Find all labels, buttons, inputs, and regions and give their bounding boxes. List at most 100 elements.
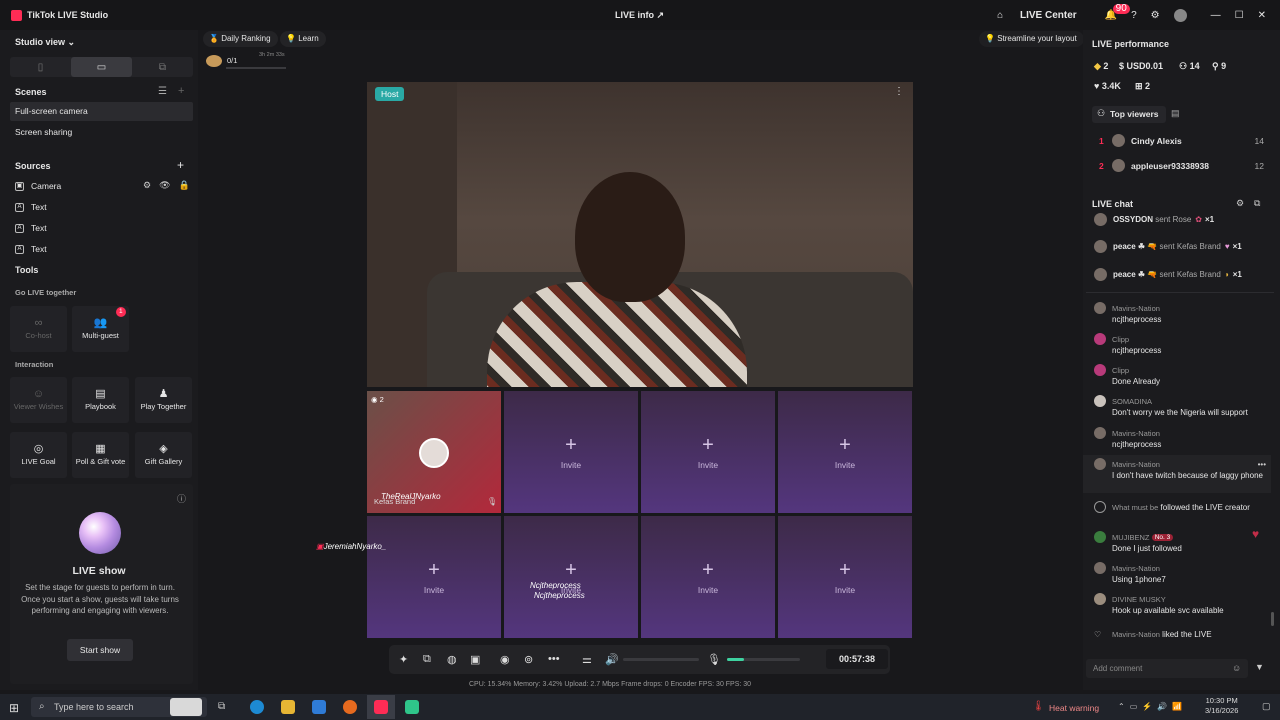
scene-item[interactable]: Screen sharing xyxy=(10,123,193,142)
record-icon[interactable]: ◉ xyxy=(500,653,510,666)
learn-button[interactable]: 💡 Learn xyxy=(280,31,326,47)
chat-message[interactable]: SOMADINA Don't worry we the Nigeria will … xyxy=(1094,395,1266,417)
edge-icon[interactable] xyxy=(250,700,264,714)
speaker-icon[interactable]: 🔊 xyxy=(605,653,619,666)
live-info-button[interactable]: LIVE info ↗ xyxy=(615,10,664,21)
invite-slot[interactable]: + Invite xyxy=(641,516,775,638)
live-center-button[interactable]: ⌂ LIVE Center xyxy=(997,10,1091,21)
app-icon[interactable] xyxy=(405,700,419,714)
taskbar-clock[interactable]: 10:30 PM 3/16/2026 xyxy=(1205,696,1238,716)
chat-message[interactable]: MUJIBENZ No. 3 Done I just followed xyxy=(1094,531,1266,553)
effects-icon[interactable]: ◍ xyxy=(447,653,457,666)
microphone-icon[interactable]: 🎙 xyxy=(707,653,721,666)
guest-video[interactable]: ◉ 2 TheRealJNyarko Kefas Brand 🎙 xyxy=(367,391,501,513)
studio-view-dropdown[interactable]: Studio view ⌄ xyxy=(15,37,75,48)
more-icon[interactable]: ••• xyxy=(548,653,560,665)
chat-scrollbar[interactable] xyxy=(1271,612,1274,626)
list-icon[interactable]: ☰ xyxy=(158,86,167,97)
magic-wand-icon[interactable]: ✦ xyxy=(399,653,408,666)
task-view-icon[interactable]: ⧉ xyxy=(218,701,225,712)
source-actions[interactable]: ⚙👁🔒 xyxy=(143,180,198,191)
split-layout-icon[interactable]: ⧉ xyxy=(132,57,193,77)
poll-button[interactable]: ▦ Poll & Gift vote xyxy=(72,432,129,478)
avatar[interactable] xyxy=(1173,8,1187,22)
gear-icon[interactable]: ⚙ xyxy=(1236,198,1244,209)
comment-input[interactable]: Add comment xyxy=(1086,659,1248,678)
cohost-label: Co-host xyxy=(25,330,52,340)
chat-message[interactable]: Mavins-Nation Using 1phone7 xyxy=(1094,562,1266,584)
invite-slot[interactable]: + Invite xyxy=(504,391,638,513)
rank-value: 0/1 xyxy=(227,56,238,65)
chat-message[interactable]: Clipp ncjtheprocess xyxy=(1094,333,1266,355)
start-show-button[interactable]: Start show xyxy=(67,639,133,661)
panda-widget-icon[interactable] xyxy=(170,698,202,716)
bell-icon[interactable]: 🔔 90 xyxy=(1105,3,1130,21)
capture-icon[interactable]: ⧉ xyxy=(423,653,431,666)
play-together-button[interactable]: ♟ Play Together xyxy=(135,377,192,423)
notification-center-icon[interactable]: ▢ xyxy=(1262,701,1271,712)
windows-start-icon[interactable]: ⊞ xyxy=(9,701,19,715)
settings-sliders-icon[interactable]: ⚌ xyxy=(582,653,592,666)
playbook-button[interactable]: ▤ Playbook xyxy=(72,377,129,423)
list-view-icon[interactable]: ▤ xyxy=(1171,108,1180,119)
chat-message[interactable]: Clipp Done Already xyxy=(1094,364,1266,386)
landscape-icon[interactable]: ▭ xyxy=(71,57,132,77)
avatar xyxy=(1094,302,1106,314)
frame-icon[interactable]: ▣ xyxy=(470,653,480,666)
top-viewer-row[interactable]: 2 appleuser93338938 12 xyxy=(1092,159,1264,172)
chat-message[interactable]: Mavins-Nation ncjtheprocess xyxy=(1094,302,1266,324)
popout-icon[interactable]: ⧉ xyxy=(1254,198,1260,209)
live-goal-button[interactable]: ◎ LIVE Goal xyxy=(10,432,67,478)
source-label: Camera xyxy=(31,181,62,191)
volume-slider[interactable] xyxy=(623,658,699,661)
close-icon[interactable]: ✕ xyxy=(1258,10,1266,21)
more-options-icon[interactable]: ••• xyxy=(1258,460,1266,469)
streamline-layout-button[interactable]: 💡 Streamline your layout xyxy=(979,31,1084,47)
firefox-icon[interactable] xyxy=(343,700,357,714)
gift-icon: ⊞ xyxy=(1135,81,1146,91)
source-item[interactable]: ▣ Camera xyxy=(15,181,61,191)
chat-user: MUJIBENZ xyxy=(1112,532,1150,542)
gift-gallery-button[interactable]: ◈ Gift Gallery xyxy=(135,432,192,478)
cohost-button[interactable]: ∞ Co-host xyxy=(10,306,67,352)
file-explorer-icon[interactable] xyxy=(281,700,295,714)
source-item[interactable]: A Text xyxy=(15,223,47,233)
invite-slot[interactable]: + Invite xyxy=(504,516,638,638)
mic-level-slider[interactable] xyxy=(727,658,800,661)
host-video[interactable] xyxy=(367,82,913,387)
chat-message[interactable]: Mavins-Nation ••• I don't have twitch beca… xyxy=(1094,458,1266,481)
camera-switch-icon[interactable]: ⊚ xyxy=(524,653,533,666)
add-scene-icon[interactable]: + xyxy=(178,85,184,97)
system-tray-icons[interactable]: ⌃▭⚡🔊📶 xyxy=(1118,702,1187,711)
source-item[interactable]: A Text xyxy=(15,202,47,212)
invite-slot[interactable]: + Invite xyxy=(641,391,775,513)
gear-icon[interactable]: ⚙ xyxy=(1151,10,1160,21)
portrait-icon[interactable]: ▯ xyxy=(10,57,71,77)
invite-slot[interactable]: + Invite xyxy=(778,516,912,638)
minimize-icon[interactable]: — xyxy=(1211,10,1221,21)
scene-item[interactable]: Full-screen camera xyxy=(10,102,193,121)
text-icon: A xyxy=(15,223,24,233)
source-item[interactable]: A Text xyxy=(15,244,47,254)
top-viewer-row[interactable]: 1 Cindy Alexis 14 xyxy=(1092,134,1264,147)
heat-warning[interactable]: Heat warning xyxy=(1049,703,1099,713)
invite-slot[interactable]: + Invite xyxy=(367,516,501,638)
invite-label: Invite xyxy=(697,459,719,470)
invite-slot[interactable]: + Invite xyxy=(778,391,912,513)
add-source-icon[interactable]: + xyxy=(177,158,184,172)
chat-message[interactable]: DIVINE MUSKY Hook up available svc availa… xyxy=(1094,593,1266,615)
daily-ranking-button[interactable]: 🏅 Daily Ranking xyxy=(203,31,278,47)
chat-message[interactable]: Mavins-Nation ncjtheprocess xyxy=(1094,427,1266,449)
interaction-title: Interaction xyxy=(15,360,54,369)
info-icon[interactable]: ⓘ xyxy=(177,492,186,505)
viewer-wishes-button[interactable]: ☺ Viewer Wishes xyxy=(10,377,67,423)
emoji-icon[interactable]: ☺ xyxy=(1232,663,1241,673)
heart-icon: ♥ xyxy=(1252,527,1260,541)
filter-icon[interactable]: ▼ xyxy=(1255,662,1264,672)
live-show-description: Set the stage for guests to perform in t… xyxy=(21,583,179,615)
maximize-icon[interactable]: ☐ xyxy=(1235,10,1244,21)
store-icon[interactable] xyxy=(312,700,326,714)
more-options-icon[interactable]: ⋮ xyxy=(894,86,904,97)
help-icon[interactable]: ? xyxy=(1131,10,1137,21)
tiktok-studio-icon[interactable] xyxy=(374,700,388,714)
